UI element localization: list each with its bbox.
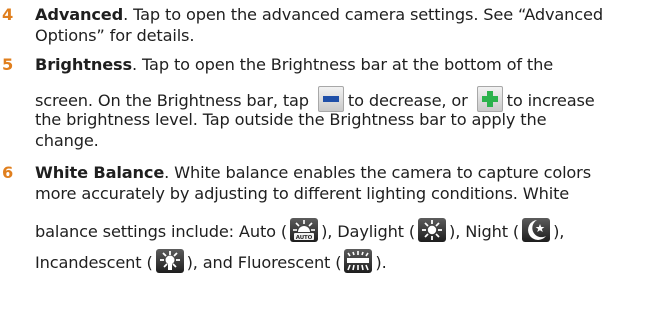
item-number: 5 [2,55,14,74]
item-text-line: change. [35,131,99,150]
item-text-line: Brightness. Tap to open the Brightness b… [35,55,554,74]
plus-icon [476,86,503,112]
item-text-line: balance settings include: Auto ( AUTO ),… [35,218,564,242]
item-term: Advanced [35,5,124,24]
item-text-line: White Balance. White balance enables the… [35,163,591,182]
item-text-line: Options” for details. [35,26,195,45]
wb-auto-icon: AUTO [290,218,319,242]
item-text-line: more accurately by adjusting to differen… [35,184,570,203]
wb-incandescent-icon [155,249,184,273]
item-term: Brightness [35,55,132,74]
item-number: 4 [2,5,14,24]
manual-page: 4 Advanced. Tap to open the advanced cam… [0,0,656,314]
item-text-line: Advanced. Tap to open the advanced camer… [35,5,603,24]
item-term: White Balance [35,163,165,182]
wb-daylight-icon [418,218,447,242]
auto-icon-label: AUTO [296,235,313,241]
minus-icon [317,86,344,112]
wb-night-icon [522,218,551,242]
wb-fluorescent-icon [344,249,373,273]
item-text-line: screen. On the Brightness bar, tap to de… [35,86,595,112]
item-text-line: the brightness level. Tap outside the Br… [35,110,547,129]
item-number: 6 [2,163,14,182]
item-text-line: Incandescent ( ), and Fluorescent (). [35,249,387,273]
